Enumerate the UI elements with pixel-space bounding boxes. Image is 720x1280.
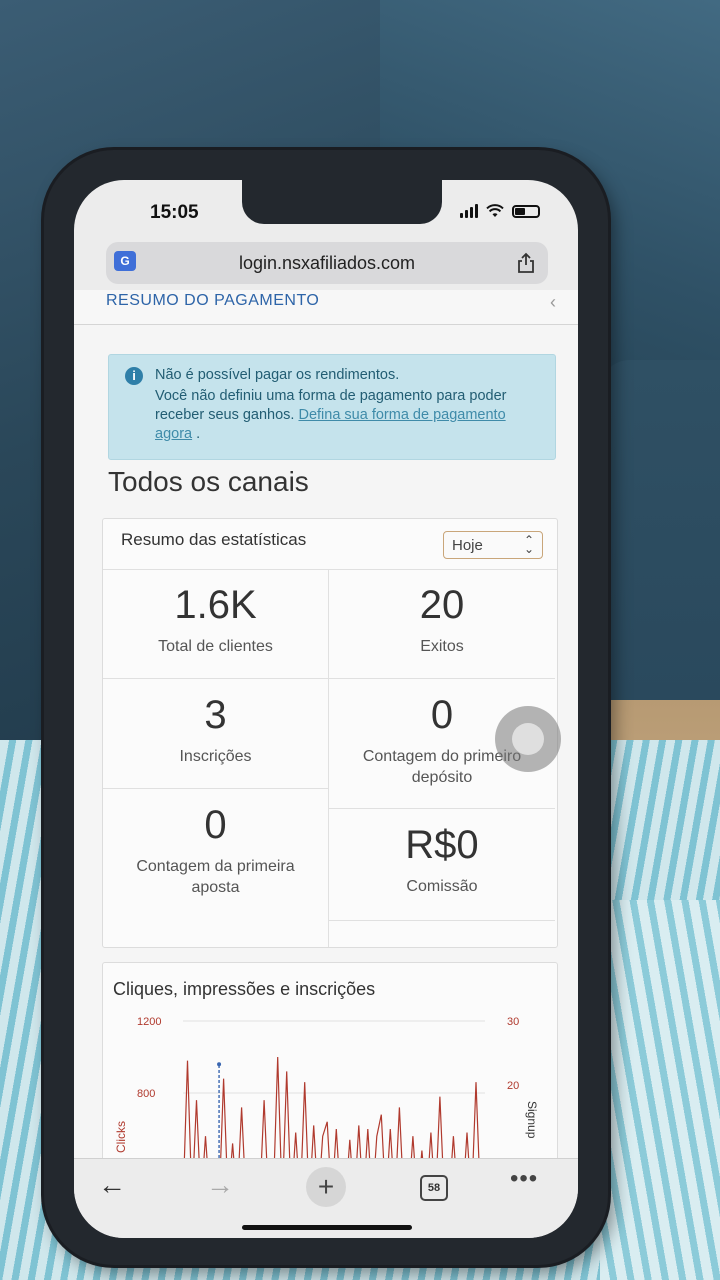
stat-label: Total de clientes [158, 638, 273, 655]
clicks-signups-chart[interactable]: 1200 800 30 20 Clicks Signup [103, 1003, 557, 1158]
stats-panel: Resumo das estatísticas Hoje ⌃ ⌄ 1.6K Tot… [102, 518, 558, 948]
stat-total-clients: 1.6K Total de clientes [103, 569, 329, 679]
stat-successes: 20 Exitos [329, 569, 555, 679]
stat-label: Inscrições [179, 748, 252, 765]
stat-commission: R$0 Comissão [329, 809, 555, 921]
back-arrow-icon[interactable]: ← [98, 1169, 126, 1201]
period-select[interactable]: Hoje ⌃ ⌄ [443, 531, 543, 559]
phone-screen: 15:05 G login.nsxafiliados.com RESUMO DO… [74, 180, 578, 1238]
y2-tick-label: 30 [507, 1016, 519, 1028]
assistive-touch-button[interactable] [495, 706, 561, 772]
info-icon: i [125, 367, 143, 385]
stat-signups: 3 Inscrições [103, 679, 329, 789]
signal-icon [460, 204, 478, 218]
y-tick-label: 800 [137, 1088, 155, 1100]
url-bar[interactable]: G login.nsxafiliados.com [106, 242, 548, 284]
stat-first-bet-count: 0 Contagem da primeira aposta [103, 789, 329, 947]
stats-panel-header: Resumo das estatísticas Hoje ⌃ ⌄ [103, 519, 557, 570]
period-select-value: Hoje [452, 537, 483, 554]
chevron-left-icon[interactable]: ‹ [550, 292, 556, 313]
chevron-updown-icon: ⌃ ⌄ [523, 533, 534, 556]
stat-label: Contagem da primeira aposta [136, 858, 295, 896]
alert-title: Não é possível pagar os rendimentos. [155, 367, 400, 383]
more-icon[interactable]: ••• [510, 1165, 538, 1193]
forward-arrow-icon[interactable]: → [206, 1169, 234, 1201]
background-cloth-right [600, 900, 720, 1280]
stat-label: Comissão [406, 878, 478, 895]
plus-icon[interactable]: + [306, 1167, 346, 1207]
status-time: 15:05 [150, 202, 199, 223]
payment-alert: i Não é possível pagar os rendimentos. V… [108, 354, 556, 460]
series-clicks-line [183, 1056, 480, 1158]
section-header[interactable]: RESUMO DO PAGAMENTO ‹ [74, 290, 578, 325]
stat-value: 1.6K [174, 583, 257, 627]
phone: 15:05 G login.nsxafiliados.com RESUMO DO… [44, 150, 608, 1265]
stat-value: 3 [204, 693, 227, 737]
y2-axis-label: Signup [525, 1101, 539, 1139]
stat-value: 0 [204, 803, 227, 847]
notch [242, 180, 442, 224]
y2-tick-label: 20 [507, 1080, 519, 1092]
chart-panel: Cliques, impressões e inscrições 1200 800… [102, 962, 558, 1158]
section-title: RESUMO DO PAGAMENTO [106, 292, 320, 309]
browser-toolbar: ← → + 58 ••• [74, 1158, 578, 1238]
chart-title: Cliques, impressões e inscrições [113, 979, 376, 999]
share-icon[interactable] [516, 252, 536, 274]
stat-label: Exitos [420, 638, 464, 655]
alert-suffix: . [192, 426, 201, 442]
home-indicator[interactable] [242, 1225, 412, 1230]
stats-title: Resumo das estatísticas [121, 530, 307, 549]
stat-value: R$0 [405, 823, 479, 867]
stat-value: 20 [419, 583, 465, 627]
y-tick-label: 1200 [137, 1016, 161, 1028]
series-signups-point [217, 1062, 222, 1067]
battery-icon [512, 204, 540, 218]
alert-body: Você não definiu uma forma de pagamento … [155, 387, 545, 444]
wifi-icon [486, 204, 504, 217]
url-text[interactable]: login.nsxafiliados.com [106, 253, 548, 274]
tabs-icon[interactable]: 58 [420, 1175, 448, 1201]
page-heading: Todos os canais [108, 466, 309, 497]
status-icons [460, 204, 540, 218]
y-axis-label: Clicks [114, 1121, 128, 1153]
